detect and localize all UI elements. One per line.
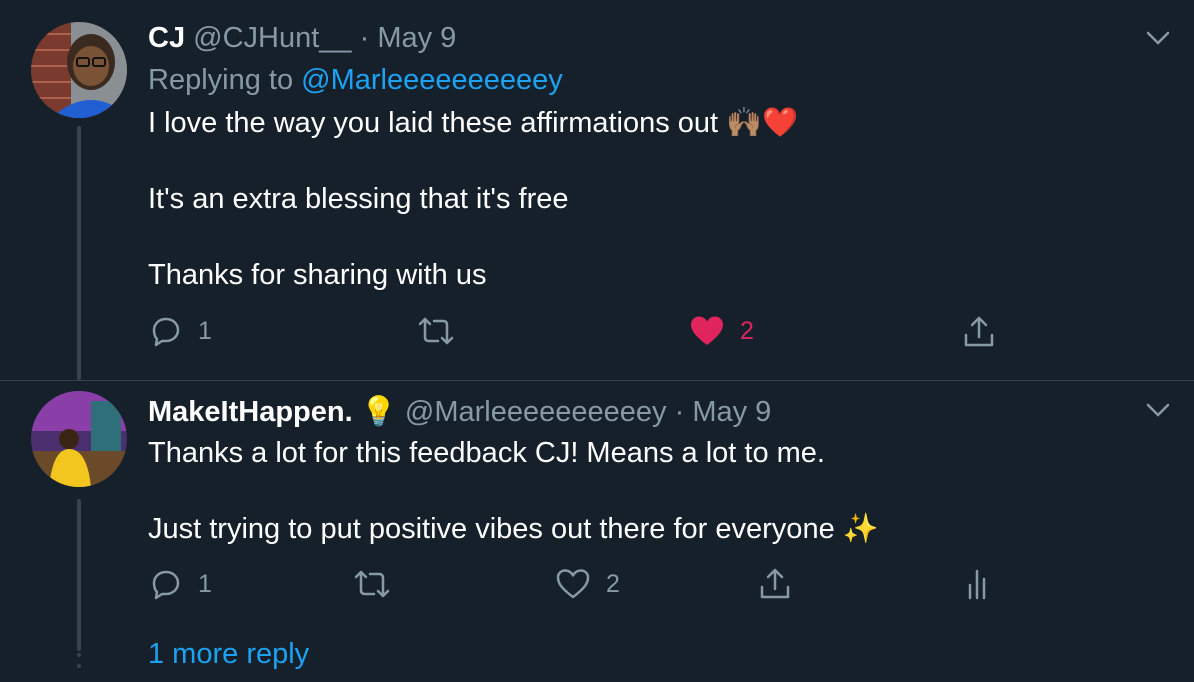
heart-icon — [691, 316, 723, 345]
handle[interactable]: @CJHunt__ — [193, 22, 351, 54]
like-count: 2 — [740, 316, 754, 345]
reply-count: 1 — [198, 569, 212, 598]
reply-icon — [152, 317, 180, 347]
more-replies-link[interactable]: 1 more reply — [148, 638, 309, 671]
share-icon — [760, 568, 790, 599]
share-icon — [964, 316, 994, 347]
analytics-icon — [968, 569, 986, 600]
tweet-text-line: Thanks a lot for this feedback CJ! Means… — [148, 437, 825, 469]
like-button[interactable]: 2 — [690, 315, 754, 347]
thread-line — [77, 499, 81, 651]
analytics-button[interactable] — [966, 567, 992, 601]
tweet-text: Just trying to put positive vibes out th… — [148, 513, 835, 545]
like-count: 2 — [606, 569, 620, 598]
chevron-down-icon[interactable] — [1144, 24, 1172, 52]
heart-icon — [556, 569, 590, 599]
tweet-text-line: I love the way you laid these affirmatio… — [148, 104, 798, 142]
retweet-button[interactable] — [418, 315, 470, 347]
tweet-text-line: Just trying to put positive vibes out th… — [148, 510, 879, 548]
emoji: 🙌🏽❤️ — [726, 107, 799, 139]
display-name[interactable]: CJ — [148, 22, 185, 54]
tweet-text-line: It's an extra blessing that it's free — [148, 183, 569, 215]
timestamp[interactable]: May 9 — [692, 396, 771, 428]
share-button[interactable] — [758, 567, 792, 601]
timestamp[interactable]: May 9 — [377, 22, 456, 54]
replying-to-link[interactable]: @Marleeeeeeeeeey — [301, 64, 563, 96]
replying-to: Replying to @Marleeeeeeeeeey — [148, 64, 563, 97]
separator: · — [674, 396, 685, 428]
thread-dots — [76, 642, 82, 675]
avatar[interactable] — [31, 22, 127, 118]
tweet-header: MakeItHappen. 💡 @Marleeeeeeeeeey · May 9 — [148, 395, 771, 429]
tweet-text-line: Thanks for sharing with us — [148, 259, 487, 291]
reply-icon — [152, 570, 180, 600]
reply-button[interactable]: 1 — [150, 315, 212, 347]
tweet-header: CJ @CJHunt__ · May 9 — [148, 22, 456, 55]
tweet-makeithappen[interactable]: MakeItHappen. 💡 @Marleeeeeeeeeey · May 9… — [0, 381, 1194, 682]
display-name[interactable]: MakeItHappen. — [148, 396, 353, 428]
separator: · — [359, 22, 370, 54]
tweet-text: I love the way you laid these affirmatio… — [148, 107, 719, 139]
avatar[interactable] — [31, 391, 127, 487]
tweet-cj[interactable]: CJ @CJHunt__ · May 9 Replying to @Marlee… — [0, 0, 1194, 380]
retweet-icon — [354, 570, 390, 598]
sparkles-icon: ✨ — [842, 513, 879, 545]
lightbulb-icon: 💡 — [360, 396, 397, 428]
thread-line — [77, 126, 81, 380]
chevron-down-icon[interactable] — [1144, 396, 1172, 424]
like-button[interactable]: 2 — [556, 568, 620, 600]
replying-label: Replying to — [148, 64, 294, 96]
retweet-button[interactable] — [354, 568, 406, 600]
reply-button[interactable]: 1 — [150, 568, 212, 600]
share-button[interactable] — [962, 315, 996, 349]
retweet-icon — [418, 317, 454, 345]
handle[interactable]: @Marleeeeeeeeeey — [405, 396, 667, 428]
reply-count: 1 — [198, 316, 212, 345]
